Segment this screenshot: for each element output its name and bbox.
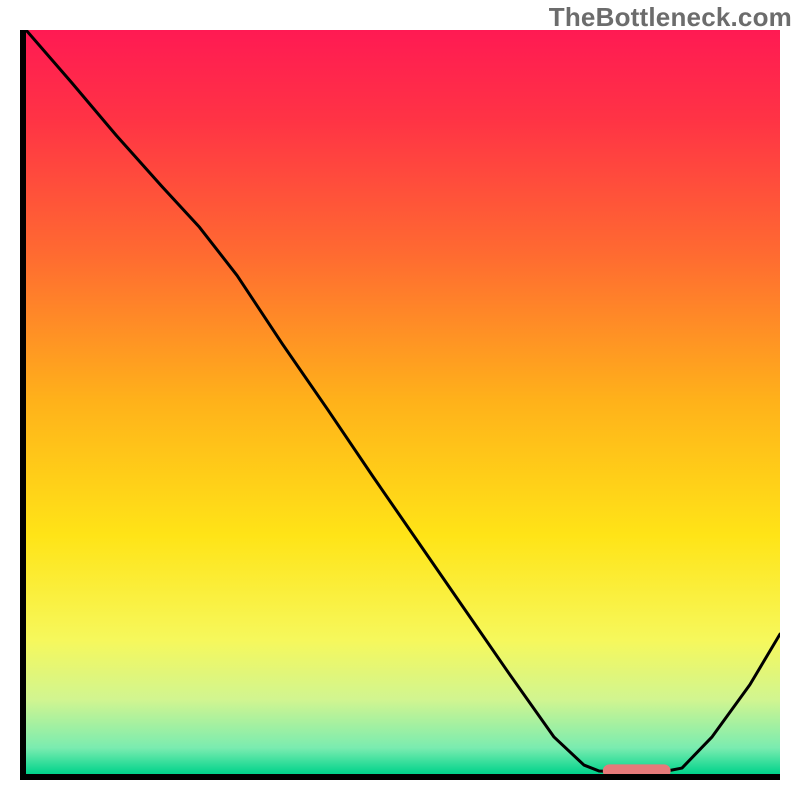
gradient-fill-rect bbox=[26, 30, 780, 774]
plot-svg bbox=[26, 30, 780, 774]
plot-frame bbox=[20, 30, 780, 780]
x-axis-line bbox=[20, 774, 780, 780]
watermark-text: TheBottleneck.com bbox=[549, 2, 792, 33]
chart-stage: TheBottleneck.com bbox=[0, 0, 800, 800]
highlight-marker bbox=[603, 764, 671, 774]
